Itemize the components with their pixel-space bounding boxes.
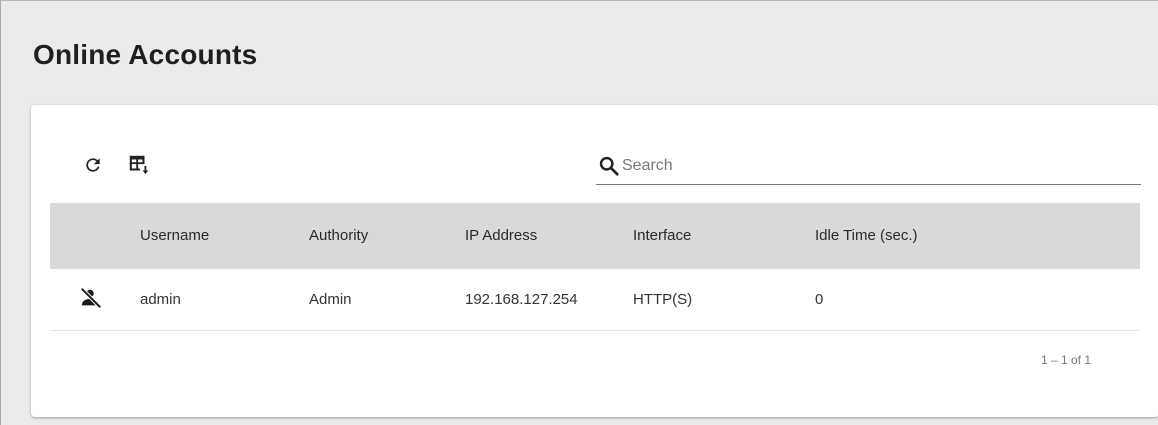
column-header-interface[interactable]: Interface (633, 203, 691, 269)
search-icon (599, 156, 619, 176)
cell-interface: HTTP(S) (633, 291, 693, 308)
column-header-ip-address[interactable]: IP Address (465, 203, 537, 269)
refresh-icon (86, 158, 100, 172)
refresh-button[interactable] (79, 151, 107, 179)
column-header-authority[interactable]: Authority (309, 203, 368, 269)
page-title: Online Accounts (33, 39, 258, 70)
column-header-username[interactable]: Username (140, 203, 209, 269)
online-accounts-card: Username Authority IP Address Interface … (31, 105, 1158, 417)
cell-ip-address: 192.168.127.254 (465, 291, 578, 308)
cell-authority: Admin (309, 291, 352, 308)
disconnect-user-icon (80, 287, 102, 309)
online-accounts-table: Username Authority IP Address Interface … (50, 203, 1140, 331)
table-export-icon (129, 155, 149, 175)
table-header-row: Username Authority IP Address Interface … (50, 203, 1140, 269)
disconnect-user-button[interactable] (80, 287, 102, 309)
search-field[interactable] (596, 149, 1141, 185)
export-table-button[interactable] (125, 151, 153, 179)
table-row: admin Admin 192.168.127.254 HTTP(S) 0 (50, 269, 1140, 331)
column-header-idle-time[interactable]: Idle Time (sec.) (815, 203, 918, 269)
cell-username: admin (140, 291, 181, 308)
page-background: Online Accounts Search Username Authorit… (0, 0, 1158, 425)
pagination-range-label: 1 – 1 of 1 (1040, 353, 1091, 367)
cell-idle-time: 0 (815, 291, 824, 308)
search-input[interactable] (622, 153, 1122, 179)
